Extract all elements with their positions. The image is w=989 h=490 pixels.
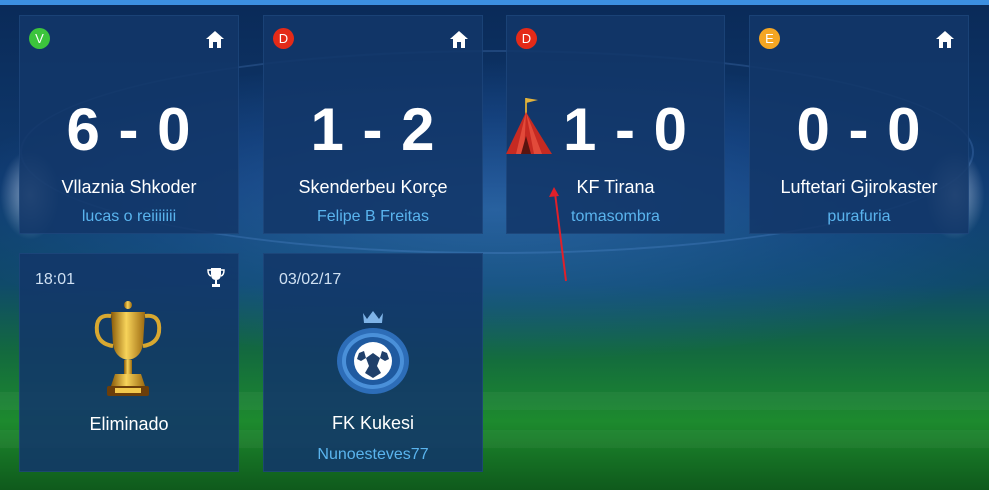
loss-badge: D [516, 28, 537, 49]
match-card-1[interactable]: V 6 - 0 Vllaznia Shkoder lucas o reiiiii… [19, 15, 239, 234]
match-score: 1 - 2 [310, 96, 436, 163]
gold-cup-icon [94, 301, 162, 396]
opponent-username[interactable]: purafuria [749, 208, 969, 226]
trophy-icon [207, 268, 225, 287]
opponent-team-name: KF Tirana [576, 177, 655, 197]
home-icon [206, 31, 224, 48]
opponent-team-name: Luftetari Gjirokaster [780, 177, 938, 197]
opponent-team-name: Skenderbeu Korçe [298, 177, 448, 197]
match-score: 0 - 0 [796, 96, 922, 163]
opponent-username[interactable]: Felipe B Freitas [263, 208, 483, 226]
cup-status: Eliminado [89, 414, 169, 434]
match-score: 1 - 0 [562, 96, 689, 163]
next-opponent-username[interactable]: Nunoesteves77 [263, 446, 483, 464]
next-match-card[interactable]: 03/02/17 FK Kukesi Nunoesteves77 [263, 253, 483, 472]
match-card-2[interactable]: D 1 - 2 Skenderbeu Korçe Felipe B Freita… [263, 15, 483, 234]
opponent-username[interactable]: lucas o reiiiiiii [19, 208, 239, 226]
opponent-username[interactable]: tomasombra [506, 208, 725, 226]
next-opponent-team: FK Kukesi [331, 413, 415, 433]
cup-card[interactable]: 18:01 Eliminado [19, 253, 239, 472]
annotation-arrow [549, 187, 567, 282]
crest-icon [337, 311, 409, 394]
cup-time: 18:01 [35, 271, 76, 288]
match-score: 6 - 0 [66, 96, 192, 163]
loss-badge: D [273, 28, 294, 49]
home-icon [936, 31, 954, 48]
opponent-team-name: Vllaznia Shkoder [61, 177, 197, 197]
home-icon [450, 31, 468, 48]
match-date: 03/02/17 [279, 271, 342, 288]
win-badge: V [29, 28, 50, 49]
match-card-4[interactable]: E 0 - 0 Luftetari Gjirokaster purafuria [749, 15, 969, 234]
match-card-3[interactable]: D 1 - 0 KF Tirana tomasombra [506, 15, 725, 234]
draw-badge: E [759, 28, 780, 49]
